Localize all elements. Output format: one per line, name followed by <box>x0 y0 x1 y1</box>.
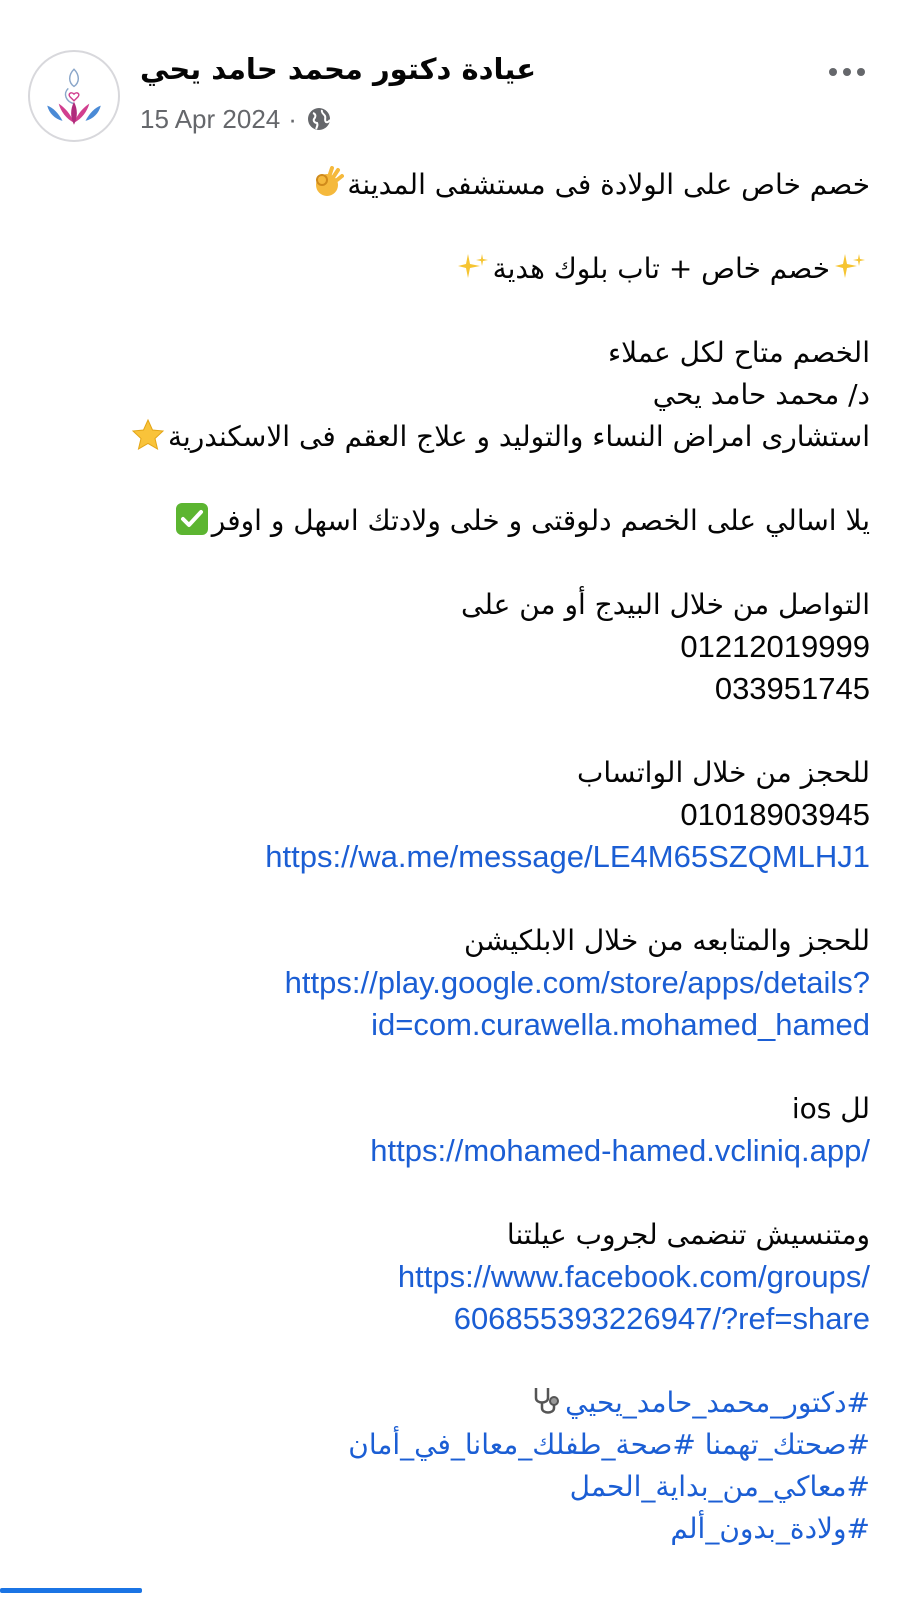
group-heading: ومتنسيش تنضمى لجروب عيلتنا <box>506 1218 870 1251</box>
doctor-name: د/ محمد حامد يحي <box>652 378 870 411</box>
contact-heading: التواصل من خلال البيدج أو من على <box>461 588 870 621</box>
more-dot <box>843 68 851 76</box>
star-emoji <box>131 418 165 452</box>
phone-number[interactable]: 01212019999 <box>30 626 870 668</box>
lotus-mother-baby-logo-icon <box>47 68 101 125</box>
post-body: خصم خاص على الولادة فى مستشفى المدينة خص… <box>30 160 870 1550</box>
discount-headline: خصم خاص على الولادة فى مستشفى المدينة <box>347 168 870 201</box>
phone-number[interactable]: 033951745 <box>30 668 870 710</box>
ios-heading: لل ios <box>791 1092 870 1125</box>
discount-availability: الخصم متاح لكل عملاء <box>607 336 870 369</box>
globe-icon[interactable] <box>305 105 333 133</box>
post-line: استشارى امراض النساء والتوليد و علاج الع… <box>30 416 870 458</box>
page-avatar[interactable] <box>28 50 120 142</box>
stethoscope-emoji <box>528 1384 562 1418</box>
more-options-icon[interactable] <box>822 54 872 90</box>
play-store-link[interactable]: id=com.curawella.mohamed_hamed <box>30 1004 870 1046</box>
post-meta: 15 Apr 2024 · <box>140 102 333 136</box>
more-dot <box>857 68 865 76</box>
ok-hand-emoji <box>310 166 345 200</box>
hashtag-link[interactable]: #معاكي_من_بداية_الحمل <box>30 1466 870 1508</box>
gift-offer: خصم خاص + تاب بلوك هدية <box>492 252 830 285</box>
post-line: خصم خاص + تاب بلوك هدية <box>30 248 870 290</box>
whatsapp-phone[interactable]: 01018903945 <box>30 794 870 836</box>
doctor-specialty: استشارى امراض النساء والتوليد و علاج الع… <box>167 420 870 453</box>
scroll-indicator <box>0 1588 142 1593</box>
whatsapp-link[interactable]: https://wa.me/message/LE4M65SZQMLHJ1 <box>30 836 870 878</box>
post-header: عيادة دكتور محمد حامد يحي 15 Apr 2024 · <box>0 0 916 160</box>
hashtag-link[interactable]: #صحتك_تهمنا #صحة_طفلك_معانا_في_أمان <box>30 1424 870 1466</box>
facebook-group-link[interactable]: 606855393226947/?ref=share <box>30 1298 870 1340</box>
sparkles-emoji <box>456 250 490 284</box>
whatsapp-heading: للحجز من خلال الواتساب <box>577 756 870 789</box>
sparkles-emoji <box>833 250 867 284</box>
ios-app-link[interactable]: https://mohamed-hamed.vcliniq.app/ <box>30 1130 870 1172</box>
play-store-link[interactable]: https://play.google.com/store/apps/detai… <box>30 962 870 1004</box>
post-line: يلا اسالي على الخصم دلوقتى و خلى ولادتك … <box>30 500 870 542</box>
hashtag-link[interactable]: #ولادة_بدون_ألم <box>30 1508 870 1550</box>
check-mark-emoji <box>175 502 209 536</box>
app-heading: للحجز والمتابعه من خلال الابلكيشن <box>464 924 870 957</box>
post-line: خصم خاص على الولادة فى مستشفى المدينة <box>30 164 870 206</box>
more-dot <box>829 68 837 76</box>
hashtag-link[interactable]: #دكتور_محمد_حامد_يحيي <box>565 1386 870 1419</box>
facebook-group-link[interactable]: https://www.facebook.com/groups/ <box>30 1256 870 1298</box>
call-to-action: يلا اسالي على الخصم دلوقتى و خلى ولادتك … <box>211 504 870 537</box>
page-name[interactable]: عيادة دكتور محمد حامد يحي <box>140 52 536 86</box>
post-date[interactable]: 15 Apr 2024 <box>140 104 280 135</box>
meta-separator: · <box>288 103 297 134</box>
post-line: #دكتور_محمد_حامد_يحيي <box>30 1382 870 1424</box>
